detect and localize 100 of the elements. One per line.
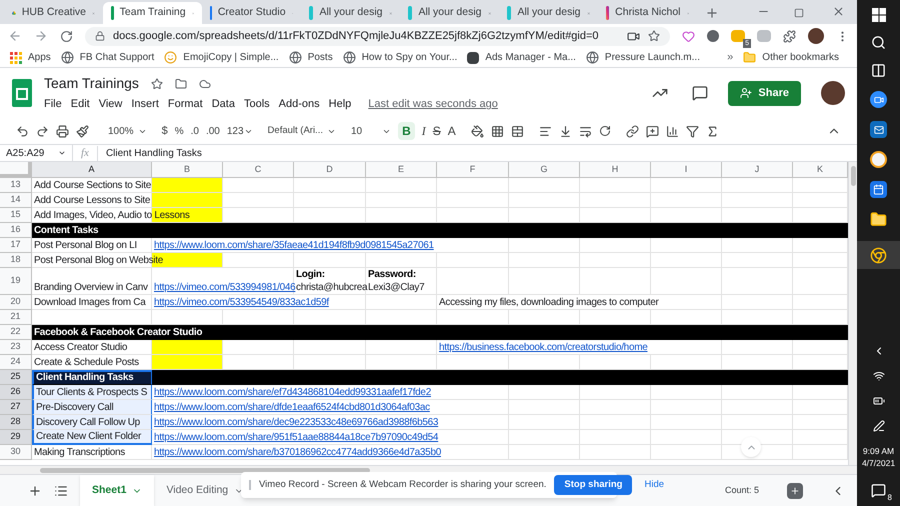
vertical-scrollbar[interactable] bbox=[848, 162, 857, 465]
reload-icon[interactable] bbox=[60, 30, 73, 42]
avatar[interactable] bbox=[821, 81, 845, 105]
print-icon[interactable] bbox=[56, 124, 69, 138]
chart-icon[interactable] bbox=[666, 124, 679, 138]
column-header[interactable]: D bbox=[294, 162, 366, 178]
extension-icon[interactable] bbox=[731, 30, 745, 42]
folder-icon[interactable] bbox=[174, 78, 187, 90]
bookmark-folder[interactable]: Other bookmarks bbox=[743, 50, 847, 65]
row-number[interactable]: 13 bbox=[0, 178, 32, 193]
clock-time[interactable]: 9:09 AM bbox=[862, 444, 894, 458]
browser-app-icon[interactable] bbox=[857, 241, 900, 269]
menu-item[interactable]: Add-ons bbox=[278, 96, 320, 113]
wifi-icon[interactable] bbox=[872, 370, 884, 382]
bookmark[interactable]: Pressure Launch.m... bbox=[586, 50, 700, 65]
row-number[interactable]: 17 bbox=[0, 238, 32, 253]
video-app-icon[interactable] bbox=[870, 91, 887, 108]
link[interactable]: https://www.loom.com/share/ef7d434868104edd99331aafef17fde2 bbox=[152, 386, 433, 399]
fill-color-icon[interactable] bbox=[470, 124, 484, 138]
format-dropdown[interactable]: 123 bbox=[226, 124, 253, 138]
avatar[interactable] bbox=[808, 28, 824, 44]
percent-button[interactable]: % bbox=[174, 124, 184, 138]
scrollbar-thumb[interactable] bbox=[40, 468, 370, 472]
row-number[interactable]: 16 bbox=[0, 223, 32, 238]
row-number[interactable]: 22 bbox=[0, 325, 32, 340]
row-number[interactable]: 20 bbox=[0, 295, 32, 310]
column-header[interactable]: C bbox=[223, 162, 294, 178]
link[interactable]: https://www.loom.com/share/951f51aae88844a18ce7b97090c49d54 bbox=[152, 431, 440, 444]
column-header[interactable]: G bbox=[509, 162, 580, 178]
restore-icon[interactable] bbox=[794, 8, 804, 18]
wrap-text-icon[interactable] bbox=[578, 124, 592, 138]
row-number[interactable]: 27 bbox=[0, 400, 32, 415]
link[interactable]: https://vimeo.com/533954549/833ac1d59f bbox=[152, 296, 331, 309]
bookmark[interactable]: Ads Manager - Ma... bbox=[467, 50, 576, 65]
row-number[interactable]: 30 bbox=[0, 445, 32, 460]
column-header[interactable]: A bbox=[32, 162, 152, 178]
round-app-icon[interactable] bbox=[870, 151, 887, 168]
link-icon[interactable] bbox=[626, 124, 639, 138]
corner-cell[interactable] bbox=[0, 162, 32, 178]
battery-icon[interactable] bbox=[872, 394, 884, 406]
more-bookmarks[interactable]: » bbox=[727, 49, 734, 66]
comment-icon[interactable] bbox=[692, 85, 708, 101]
folder-icon[interactable] bbox=[870, 211, 887, 228]
task-view-icon[interactable] bbox=[871, 63, 886, 78]
browser-tab[interactable]: Team Training bbox=[103, 2, 202, 24]
clock-date[interactable]: 4/7/2021 bbox=[862, 457, 896, 470]
drag-handle-icon[interactable] bbox=[249, 480, 251, 490]
pen-icon[interactable] bbox=[872, 420, 884, 432]
browser-tab[interactable]: Christa Nichol bbox=[598, 2, 697, 24]
column-header[interactable]: H bbox=[580, 162, 651, 178]
column-header[interactable]: I bbox=[651, 162, 722, 178]
font-size-dropdown[interactable]: 10 bbox=[350, 124, 392, 138]
column-header[interactable]: B bbox=[152, 162, 223, 178]
row-number[interactable]: 18 bbox=[0, 253, 32, 268]
windows-logo-icon[interactable] bbox=[872, 8, 886, 22]
horizontal-scrollbar[interactable] bbox=[0, 465, 857, 474]
link[interactable]: https://vimeo.com/533994981/046 bbox=[152, 281, 298, 294]
add-sheet-icon[interactable] bbox=[28, 484, 42, 498]
row-number[interactable]: 19 bbox=[0, 268, 32, 295]
close-icon[interactable] bbox=[832, 5, 845, 18]
text-color-button[interactable]: A bbox=[448, 122, 456, 140]
menu-item[interactable]: Help bbox=[328, 96, 352, 113]
spreadsheet-logo-icon[interactable] bbox=[12, 79, 32, 107]
decrease-decimals-button[interactable]: .0 bbox=[190, 124, 199, 138]
zoom-dropdown[interactable]: 100% bbox=[108, 124, 147, 138]
currency-button[interactable]: $ bbox=[162, 122, 168, 140]
heart-icon[interactable] bbox=[682, 30, 695, 42]
sheet-tab[interactable]: Sheet1 bbox=[80, 475, 154, 506]
scrollbar-thumb[interactable] bbox=[850, 166, 856, 186]
menu-item[interactable]: Data bbox=[212, 96, 235, 113]
row-number[interactable]: 23 bbox=[0, 340, 32, 355]
address-field[interactable]: docs.google.com/spreadsheets/d/11rFkT0ZDdNYFQmjleJu4KBZZE25jf8kZj6G2tzymfYM/edit#gid=0 bbox=[85, 26, 670, 46]
menu-item[interactable]: Tools bbox=[244, 96, 270, 113]
paint-format-icon[interactable] bbox=[76, 124, 89, 138]
filter-icon[interactable] bbox=[686, 124, 699, 138]
row-number[interactable]: 15 bbox=[0, 208, 32, 223]
back-icon[interactable] bbox=[8, 29, 22, 43]
browser-tab[interactable]: HUB Creative bbox=[4, 2, 103, 24]
puzzle-icon[interactable] bbox=[783, 30, 796, 42]
bookmark-star-icon[interactable] bbox=[648, 30, 660, 42]
increase-decimals-button[interactable]: .00 bbox=[206, 124, 220, 138]
browser-tab[interactable]: All your desig bbox=[499, 2, 598, 24]
column-header[interactable]: F bbox=[437, 162, 509, 178]
browser-tab[interactable]: All your desig bbox=[301, 2, 400, 24]
row-number[interactable]: 29 bbox=[0, 430, 32, 445]
undo-icon[interactable] bbox=[16, 124, 29, 138]
column-header[interactable]: K bbox=[793, 162, 848, 178]
bookmark[interactable]: FB Chat Support bbox=[60, 50, 154, 65]
link[interactable]: https://www.loom.com/share/b370186962cc4774add9366e4d7a35b0 bbox=[152, 446, 443, 459]
star-icon[interactable] bbox=[150, 78, 163, 90]
borders-icon[interactable] bbox=[490, 124, 504, 138]
menu-item[interactable]: File bbox=[44, 96, 62, 113]
name-box[interactable]: A25:A29 bbox=[0, 146, 72, 160]
notification-icon[interactable] bbox=[871, 483, 886, 498]
document-title[interactable]: Team Trainings bbox=[44, 73, 139, 94]
text-rotation-icon[interactable] bbox=[598, 125, 611, 137]
menu-item[interactable]: View bbox=[98, 96, 122, 113]
stop-sharing-button[interactable]: Stop sharing bbox=[554, 475, 632, 495]
column-header[interactable]: J bbox=[722, 162, 793, 178]
bookmark[interactable]: How to Spy on Your... bbox=[342, 50, 458, 65]
